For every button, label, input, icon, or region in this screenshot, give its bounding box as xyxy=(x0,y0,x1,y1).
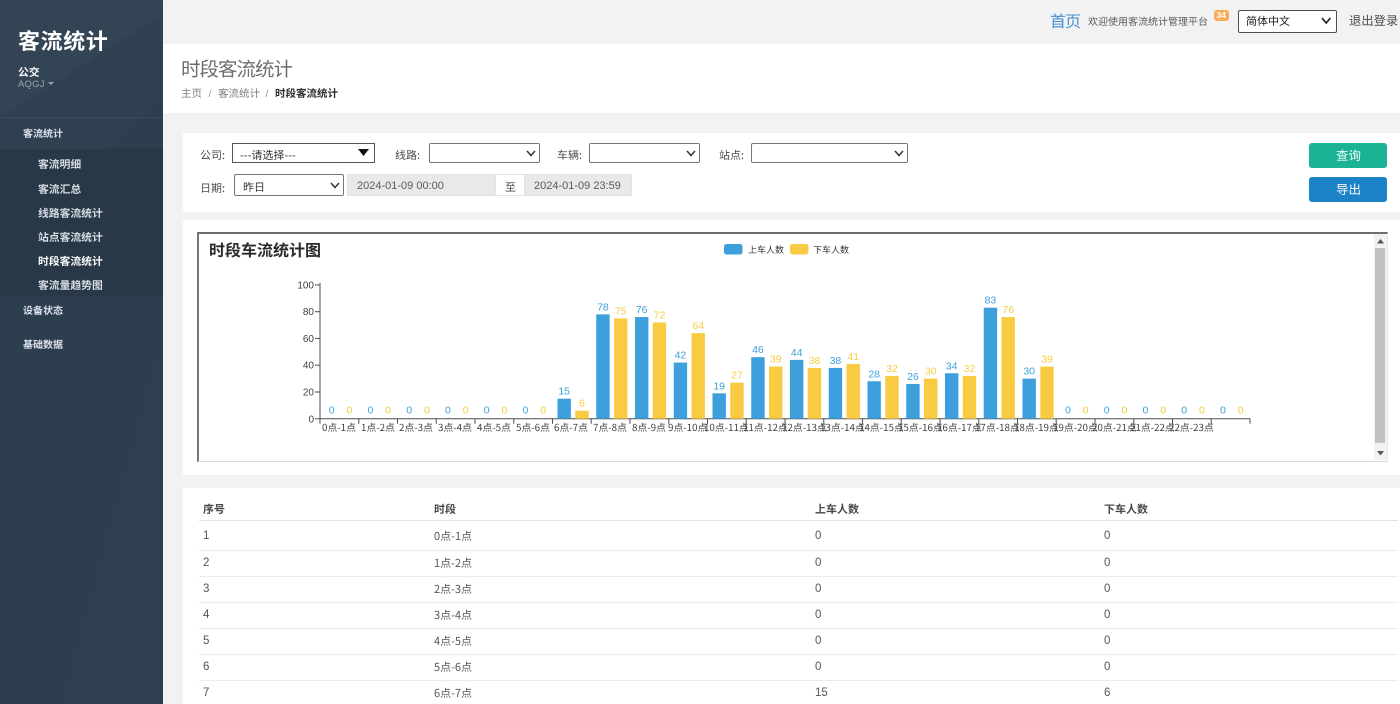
svg-text:26: 26 xyxy=(907,371,919,383)
svg-text:0: 0 xyxy=(1082,404,1088,416)
svg-text:75: 75 xyxy=(614,305,626,317)
svg-text:38: 38 xyxy=(829,355,841,367)
svg-text:100: 100 xyxy=(297,280,314,291)
svg-text:28: 28 xyxy=(868,368,880,380)
svg-text:0: 0 xyxy=(424,404,430,416)
svg-text:0: 0 xyxy=(1160,404,1166,416)
svg-text:64: 64 xyxy=(692,320,704,332)
svg-text:0: 0 xyxy=(1121,404,1127,416)
svg-text:0: 0 xyxy=(444,404,450,416)
svg-text:34: 34 xyxy=(945,360,957,372)
svg-text:0: 0 xyxy=(1219,404,1225,416)
svg-text:42: 42 xyxy=(674,350,686,362)
svg-text:39: 39 xyxy=(769,354,781,366)
svg-text:0: 0 xyxy=(1237,404,1243,416)
svg-text:72: 72 xyxy=(653,309,665,321)
svg-text:83: 83 xyxy=(984,295,996,307)
svg-text:0: 0 xyxy=(540,404,546,416)
svg-text:0: 0 xyxy=(483,404,489,416)
svg-text:0: 0 xyxy=(1103,404,1109,416)
svg-text:41: 41 xyxy=(847,351,859,363)
svg-text:0: 0 xyxy=(328,404,334,416)
svg-text:32: 32 xyxy=(963,363,975,375)
svg-text:46: 46 xyxy=(752,344,764,356)
svg-text:20: 20 xyxy=(302,387,314,398)
svg-text:0: 0 xyxy=(367,404,373,416)
svg-text:78: 78 xyxy=(597,301,609,313)
svg-text:19: 19 xyxy=(713,380,725,392)
svg-text:39: 39 xyxy=(1041,354,1053,366)
svg-text:0: 0 xyxy=(1181,404,1187,416)
svg-text:6: 6 xyxy=(579,398,585,410)
svg-text:0: 0 xyxy=(1199,404,1205,416)
svg-text:0: 0 xyxy=(406,404,412,416)
svg-text:27: 27 xyxy=(731,370,743,382)
svg-text:0: 0 xyxy=(308,414,314,425)
svg-text:30: 30 xyxy=(1023,366,1035,378)
svg-text:0: 0 xyxy=(522,404,528,416)
svg-text:0: 0 xyxy=(462,404,468,416)
svg-text:0: 0 xyxy=(501,404,507,416)
svg-text:60: 60 xyxy=(302,334,314,345)
svg-text:0: 0 xyxy=(1065,404,1071,416)
svg-text:40: 40 xyxy=(302,361,314,372)
svg-text:0: 0 xyxy=(1142,404,1148,416)
svg-text:30: 30 xyxy=(924,366,936,378)
svg-text:0: 0 xyxy=(346,404,352,416)
svg-text:80: 80 xyxy=(302,307,314,318)
svg-text:15: 15 xyxy=(558,386,570,398)
svg-text:76: 76 xyxy=(1002,304,1014,316)
svg-text:38: 38 xyxy=(808,355,820,367)
svg-text:76: 76 xyxy=(635,304,647,316)
svg-text:44: 44 xyxy=(790,347,802,359)
svg-text:0: 0 xyxy=(385,404,391,416)
svg-text:32: 32 xyxy=(886,363,898,375)
